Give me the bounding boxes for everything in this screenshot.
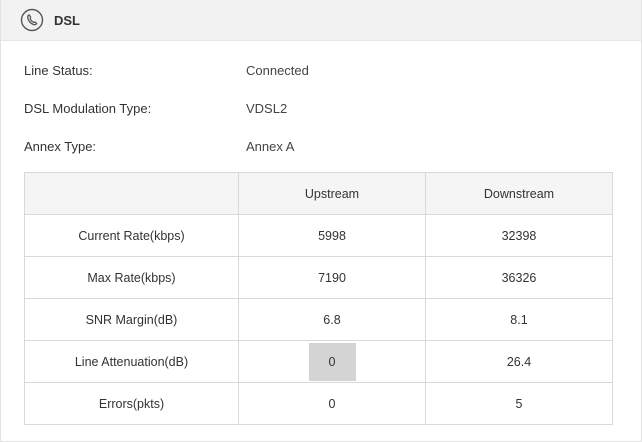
- upstream-value: 7190: [238, 256, 426, 299]
- header-cell-downstream: Downstream: [425, 172, 613, 215]
- downstream-value: 5: [425, 382, 613, 425]
- panel-header: DSL: [1, 0, 641, 41]
- downstream-value: 8.1: [425, 298, 613, 341]
- upstream-value-cell: 0: [238, 340, 426, 383]
- line-status-value: Connected: [246, 63, 309, 78]
- table-row: Max Rate(kbps) 7190 36326: [24, 256, 613, 299]
- header-cell-upstream: Upstream: [238, 172, 426, 215]
- upstream-value: 6.8: [238, 298, 426, 341]
- header-cell-blank: [24, 172, 239, 215]
- upstream-value: 0: [238, 382, 426, 425]
- row-label: Errors(pkts): [24, 382, 239, 425]
- modulation-label: DSL Modulation Type:: [24, 101, 152, 116]
- downstream-value: 36326: [425, 256, 613, 299]
- row-label: SNR Margin(dB): [24, 298, 239, 341]
- row-label: Line Attenuation(dB): [24, 340, 239, 383]
- annex-label: Annex Type:: [24, 139, 97, 154]
- table-header-row: Upstream Downstream: [24, 172, 613, 215]
- dsl-stats-table: Upstream Downstream Current Rate(kbps) 5…: [24, 172, 613, 425]
- dsl-panel: DSL Line Status: Connected DSL Modulatio…: [0, 0, 642, 442]
- row-label: Current Rate(kbps): [24, 214, 239, 257]
- table-row: SNR Margin(dB) 6.8 8.1: [24, 298, 613, 341]
- table-row: Line Attenuation(dB) 0 26.4: [24, 340, 613, 383]
- downstream-value: 32398: [425, 214, 613, 257]
- upstream-value: 0: [308, 342, 356, 381]
- downstream-value: 26.4: [425, 340, 613, 383]
- table-row: Errors(pkts) 0 5: [24, 382, 613, 425]
- phone-icon: [20, 8, 44, 32]
- row-label: Max Rate(kbps): [24, 256, 239, 299]
- table-row: Current Rate(kbps) 5998 32398: [24, 214, 613, 257]
- panel-title: DSL: [54, 12, 80, 28]
- upstream-value: 5998: [238, 214, 426, 257]
- annex-value: Annex A: [246, 139, 295, 154]
- line-status-label: Line Status:: [24, 63, 93, 78]
- modulation-value: VDSL2: [246, 101, 288, 116]
